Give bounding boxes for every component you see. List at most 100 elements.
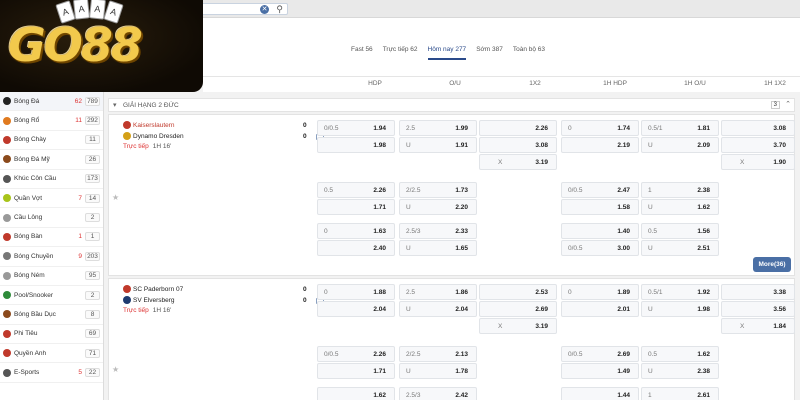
odds-cell[interactable]: 1.71	[317, 199, 395, 215]
away-team[interactable]: Dynamo Dresden	[123, 132, 184, 140]
sidebar-item[interactable]: Bóng Ném 95	[0, 267, 103, 286]
odds-cell[interactable]: U 2.38	[641, 363, 719, 379]
odds-cell[interactable]: 0.5/1 1.81	[641, 120, 719, 136]
odds-cell[interactable]: 3.38	[721, 284, 795, 300]
odds-cell[interactable]: 1.58	[561, 199, 639, 215]
sidebar-item[interactable]: Bóng Bầu Dục 8	[0, 305, 103, 325]
odds-cell[interactable]: 0.5 1.62	[641, 346, 719, 362]
odds-cell[interactable]: U 1.65	[399, 240, 477, 256]
sidebar-item[interactable]: Phi Tiêu 69	[0, 325, 103, 345]
odds-cell[interactable]: 2.26	[479, 120, 557, 136]
odds-cell[interactable]: 2/2.5 2.13	[399, 346, 477, 362]
odds-cell[interactable]: 1.49	[561, 363, 639, 379]
odds-cell[interactable]: 0/0.5 2.47	[561, 182, 639, 198]
clear-search-icon[interactable]: ✕	[260, 5, 269, 14]
more-markets-button[interactable]: More(36)	[753, 257, 791, 272]
search-icon[interactable]: ⚲	[276, 4, 283, 15]
odds-cell[interactable]: 2.53	[479, 284, 557, 300]
odds-cell[interactable]: 2.5/3 2.33	[399, 223, 477, 239]
odds-cell[interactable]: 2.5 1.99	[399, 120, 477, 136]
odds-cell[interactable]: 0.5 2.26	[317, 182, 395, 198]
odds-line: 2/2.5	[406, 187, 421, 194]
odds-price: 1.58	[617, 204, 630, 211]
odds-price: 2.20	[455, 204, 468, 211]
odds-cell[interactable]: 2.69	[479, 301, 557, 317]
odds-cell[interactable]: U 2.20	[399, 199, 477, 215]
sidebar-item[interactable]: Bóng Bàn 1 1	[0, 228, 103, 248]
chevron-down-icon[interactable]: ▾	[113, 101, 117, 109]
odds-cell[interactable]: 0 1.63	[317, 223, 395, 239]
odds-cell[interactable]: 2.01	[561, 301, 639, 317]
favorite-star-icon[interactable]: ★	[112, 365, 119, 374]
sidebar-item[interactable]: Cầu Lông 2	[0, 208, 103, 228]
playing-card-icon: A	[72, 0, 91, 20]
sidebar-item[interactable]: E-Sports 5 22	[0, 363, 103, 383]
odds-cell[interactable]: 0.5 1.56	[641, 223, 719, 239]
odds-price: 3.19	[535, 159, 548, 166]
odds-cell[interactable]: U 1.78	[399, 363, 477, 379]
odds-cell[interactable]: 2.40	[317, 240, 395, 256]
odds-cell[interactable]: 1.44	[561, 387, 639, 400]
odds-cell[interactable]: X 3.19	[479, 318, 557, 334]
sidebar-item[interactable]: Bóng Chuyền 9 203	[0, 247, 103, 267]
tab-1[interactable]: Trực tiếp 62	[383, 46, 418, 60]
odds-cell[interactable]: 0.5/1 1.92	[641, 284, 719, 300]
odds-cell[interactable]: 0 1.89	[561, 284, 639, 300]
column-header: 1H 1X2	[764, 80, 786, 87]
odds-cell[interactable]: 1.71	[317, 363, 395, 379]
sidebar-item[interactable]: Bóng Đá Mỹ 26	[0, 150, 103, 170]
odds-cell[interactable]: 1.98	[317, 137, 395, 153]
odds-cell[interactable]: 2.04	[317, 301, 395, 317]
odds-cell[interactable]: 0 1.74	[561, 120, 639, 136]
odds-cell[interactable]: 0/0.5 3.00	[561, 240, 639, 256]
odds-cell[interactable]: 0/0.5 2.26	[317, 346, 395, 362]
odds-price: 3.70	[773, 142, 786, 149]
tab-2[interactable]: Hôm nay 277	[427, 46, 467, 60]
odds-cell[interactable]: U 2.09	[641, 137, 719, 153]
sidebar-item[interactable]: Khúc Côn Cầu 173	[0, 170, 103, 189]
odds-cell[interactable]: U 2.04	[399, 301, 477, 317]
odds-cell[interactable]: 2.19	[561, 137, 639, 153]
odds-cell[interactable]: U 2.51	[641, 240, 719, 256]
favorite-star-icon[interactable]: ★	[112, 193, 119, 202]
odds-cell[interactable]: 3.56	[721, 301, 795, 317]
odds-cell[interactable]: 1 2.38	[641, 182, 719, 198]
odds-cell[interactable]: 1 2.61	[641, 387, 719, 400]
odds-cell[interactable]: 3.70	[721, 137, 795, 153]
odds-cell[interactable]: 2/2.5 1.73	[399, 182, 477, 198]
odds-price: 1.98	[697, 306, 710, 313]
odds-price: 1.90	[773, 159, 786, 166]
sidebar-item[interactable]: Bóng Đá 62 789	[0, 92, 103, 112]
search-input[interactable]: ✕ ⚲	[196, 3, 288, 15]
odds-cell[interactable]: U 1.98	[641, 301, 719, 317]
odds-cell[interactable]: 2.5/3 2.42	[399, 387, 477, 400]
chevron-up-icon[interactable]: ⌃	[785, 100, 791, 108]
odds-cell[interactable]: 0 1.88	[317, 284, 395, 300]
odds-price: 2.04	[373, 306, 386, 313]
odds-cell[interactable]: 2.5 1.86	[399, 284, 477, 300]
sidebar-item[interactable]: Quần Vợt 7 14	[0, 189, 103, 209]
odds-cell[interactable]: X 3.19	[479, 154, 557, 170]
odds-cell[interactable]: X 1.90	[721, 154, 795, 170]
home-team[interactable]: Kaiserslautern	[123, 121, 175, 129]
odds-cell[interactable]: 3.08	[721, 120, 795, 136]
away-team[interactable]: SV Elversberg	[123, 296, 175, 304]
tab-0[interactable]: Fast 56	[351, 46, 373, 60]
odds-cell[interactable]: U 1.62	[641, 199, 719, 215]
league-header[interactable]: ▾ GIẢI HẠNG 2 ĐỨC 3 ⌃	[108, 98, 795, 112]
odds-cell[interactable]: 1.62	[317, 387, 395, 400]
home-team[interactable]: SC Paderborn 07	[123, 285, 183, 293]
odds-cell[interactable]: 1.40	[561, 223, 639, 239]
sidebar-item[interactable]: Quyền Anh 71	[0, 344, 103, 364]
odds-cell[interactable]: 3.08	[479, 137, 557, 153]
sidebar-item[interactable]: Pool/Snooker 2	[0, 286, 103, 306]
odds-cell[interactable]: X 1.84	[721, 318, 795, 334]
odds-cell[interactable]: 0/0.5 2.69	[561, 346, 639, 362]
odds-price: 1.89	[617, 289, 630, 296]
tab-4[interactable]: Toàn bộ 63	[513, 46, 545, 60]
tab-3[interactable]: Sớm 387	[476, 46, 503, 60]
odds-cell[interactable]: 0/0.5 1.94	[317, 120, 395, 136]
sidebar-item[interactable]: Bóng Chày 11	[0, 131, 103, 151]
odds-cell[interactable]: U 1.91	[399, 137, 477, 153]
sidebar-item[interactable]: Bóng Rổ 11 292	[0, 111, 103, 131]
